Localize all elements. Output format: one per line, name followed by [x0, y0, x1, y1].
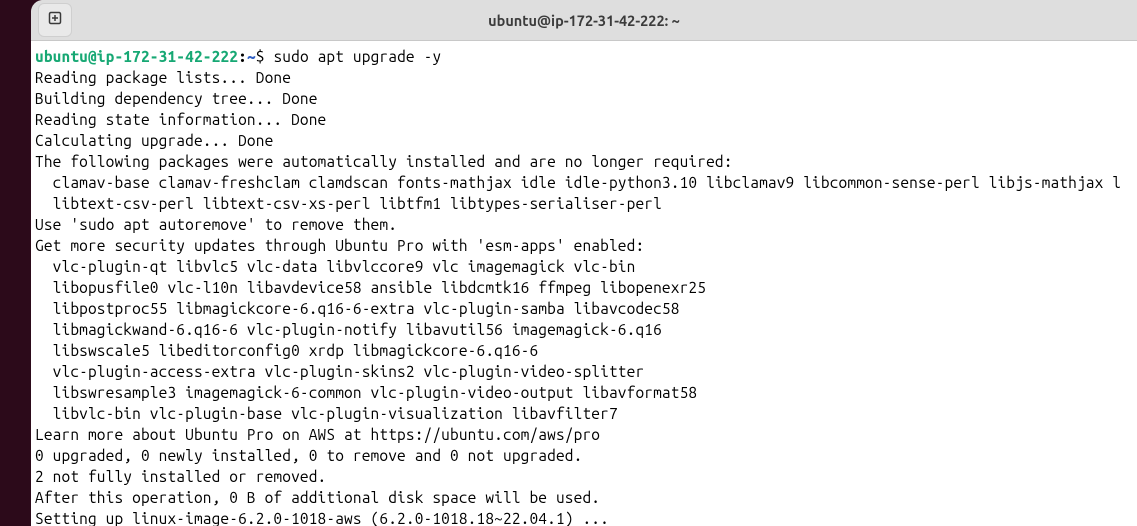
terminal-output-line: Reading package lists... Done: [35, 67, 1133, 88]
terminal-output-line: libvlc-bin vlc-plugin-base vlc-plugin-vi…: [35, 403, 1133, 424]
terminal-body[interactable]: ubuntu@ip-172-31-42-222:~$ sudo apt upgr…: [31, 41, 1137, 526]
terminal-output-line: 0 upgraded, 0 newly installed, 0 to remo…: [35, 445, 1133, 466]
terminal-output-line: Building dependency tree... Done: [35, 88, 1133, 109]
terminal-output-line: vlc-plugin-qt libvlc5 vlc-data libvlccor…: [35, 256, 1133, 277]
terminal-output-line: 2 not fully installed or removed.: [35, 466, 1133, 487]
terminal-output-line: Use 'sudo apt autoremove' to remove them…: [35, 214, 1133, 235]
terminal-output-line: libswscale5 libeditorconfig0 xrdp libmag…: [35, 340, 1133, 361]
prompt-command: sudo apt upgrade -y: [273, 48, 441, 65]
terminal-output-line: libswresample3 imagemagick-6-common vlc-…: [35, 382, 1133, 403]
terminal-output-line: Setting up linux-image-6.2.0-1018-aws (6…: [35, 508, 1133, 526]
terminal-output-line: The following packages were automaticall…: [35, 151, 1133, 172]
terminal-output-line: vlc-plugin-access-extra vlc-plugin-skins…: [35, 361, 1133, 382]
new-tab-button[interactable]: [38, 3, 72, 37]
desktop-background: [0, 0, 31, 526]
window-title: ubuntu@ip-172-31-42-222: ~: [31, 12, 1137, 29]
terminal-output-line: libpostproc55 libmagickcore-6.q16-6-extr…: [35, 298, 1133, 319]
prompt-dollar: $: [256, 48, 274, 65]
prompt-colon: :: [238, 48, 247, 65]
terminal-output-line: libopusfile0 vlc-l10n libavdevice58 ansi…: [35, 277, 1133, 298]
prompt-user-host: ubuntu@ip-172-31-42-222: [35, 48, 238, 65]
terminal-output-line: After this operation, 0 B of additional …: [35, 487, 1133, 508]
window-titlebar[interactable]: ubuntu@ip-172-31-42-222: ~: [31, 0, 1137, 41]
terminal-output-line: libmagickwand-6.q16-6 vlc-plugin-notify …: [35, 319, 1133, 340]
terminal-output-line: Learn more about Ubuntu Pro on AWS at ht…: [35, 424, 1133, 445]
prompt-line: ubuntu@ip-172-31-42-222:~$ sudo apt upgr…: [35, 46, 1133, 67]
terminal-output-line: libtext-csv-perl libtext-csv-xs-perl lib…: [35, 193, 1133, 214]
terminal-output-line: Get more security updates through Ubuntu…: [35, 235, 1133, 256]
prompt-path: ~: [247, 48, 256, 65]
terminal-output-line: clamav-base clamav-freshclam clamdscan f…: [35, 172, 1133, 193]
new-tab-icon: [47, 10, 63, 30]
terminal-window: ubuntu@ip-172-31-42-222: ~ ubuntu@ip-172…: [31, 0, 1137, 526]
terminal-output-line: Calculating upgrade... Done: [35, 130, 1133, 151]
terminal-output-line: Reading state information... Done: [35, 109, 1133, 130]
